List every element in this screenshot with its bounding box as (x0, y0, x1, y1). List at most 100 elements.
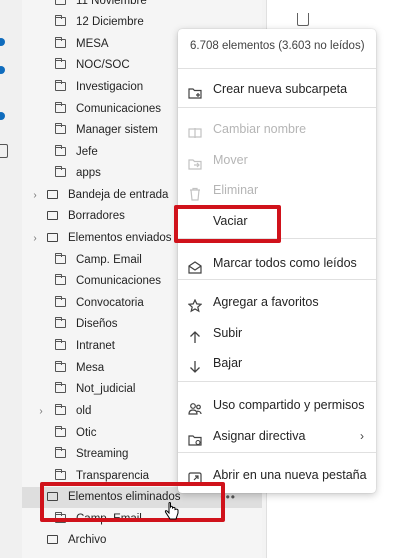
folder-label: MESA (76, 38, 109, 50)
folder-label: Comunicaciones (76, 103, 162, 115)
menu-item[interactable]: Marcar todos como leídos (178, 249, 376, 277)
trash-icon (297, 13, 309, 26)
move-icon (188, 153, 202, 170)
app-icon[interactable] (0, 38, 5, 46)
folder-icon (55, 274, 66, 285)
folder-label: Intranet (76, 340, 115, 352)
folder-label: Borradores (68, 210, 125, 222)
folder-icon (55, 37, 66, 48)
star-icon (187, 295, 203, 313)
menu-item-label: Crear nueva subcarpeta (213, 82, 348, 96)
folder-label: old (76, 405, 92, 417)
archive-icon (47, 535, 58, 544)
menu-item-label: Bajar (213, 356, 243, 370)
menu-item-count: 6.708 elementos (3.603 no leídos) (190, 40, 365, 52)
menu-separator (178, 452, 376, 453)
folder-label: 12 Diciembre (76, 16, 144, 28)
folder-icon (55, 15, 66, 26)
app-icon[interactable] (0, 112, 5, 120)
menu-item-label: Subir (213, 326, 243, 340)
folder-label: Diseños (76, 318, 118, 330)
folder-context-menu: 6.708 elementos (3.603 no leídos) Crear … (178, 29, 376, 493)
menu-separator (178, 381, 376, 382)
left-app-rail (0, 0, 22, 558)
folder-label: Elementos enviados (68, 232, 172, 244)
menu-item-label: Cambiar nombre (213, 122, 307, 136)
arrow-down-icon (188, 356, 202, 373)
open-new-tab-icon (188, 468, 202, 486)
folder-label: Streaming (76, 448, 129, 460)
delete-icon (188, 183, 202, 201)
highlight-deleted-items (40, 482, 225, 522)
menu-separator (178, 68, 376, 69)
folder-label: NOC/SOC (76, 59, 130, 71)
menu-separator (178, 279, 376, 280)
policy-icon (188, 429, 202, 446)
folder-icon (55, 80, 66, 91)
new-folder-icon (188, 82, 202, 99)
chevron-right-icon: › (360, 429, 364, 443)
folder-label: Jefe (76, 146, 98, 158)
folder-icon (55, 361, 66, 372)
folder-item[interactable]: 11 Noviembre (22, 0, 262, 12)
chevron-right-icon[interactable]: › (30, 185, 40, 206)
folder-icon (55, 426, 66, 437)
menu-item[interactable]: Uso compartido y permisos (178, 391, 376, 419)
folder-icon (55, 166, 66, 177)
inbox-icon (47, 190, 58, 199)
folder-label: Otic (76, 427, 97, 439)
arrow-up-icon (188, 326, 202, 343)
menu-item[interactable]: Subir (178, 319, 376, 347)
menu-item-label: Marcar todos como leídos (213, 256, 357, 270)
menu-item[interactable]: Bajar (178, 349, 376, 377)
calendar-icon[interactable] (0, 144, 8, 158)
highlight-empty-folder (174, 205, 281, 243)
drafts-icon (47, 211, 58, 220)
menu-item-label: Abrir en una nueva pestaña (213, 468, 367, 482)
folder-icon (55, 447, 66, 458)
menu-item-label: Uso compartido y permisos (213, 398, 365, 412)
folder-label: 11 Noviembre (76, 0, 147, 7)
menu-item[interactable]: Crear nueva subcarpeta (178, 75, 376, 103)
folder-label: Manager sistem (76, 124, 158, 136)
folder-icon (55, 404, 66, 415)
folder-icon (55, 317, 66, 328)
folder-icon (55, 102, 66, 113)
menu-item[interactable]: Asignar directiva › (178, 422, 376, 450)
sent-icon (47, 233, 58, 242)
folder-item[interactable]: Archivo (22, 530, 262, 551)
folder-icon (55, 0, 66, 5)
app-icon[interactable] (0, 66, 5, 74)
menu-item-label: Agregar a favoritos (213, 295, 319, 309)
folder-label: Comunicaciones (76, 275, 162, 287)
folder-label: Bandeja de entrada (68, 189, 169, 201)
mail-read-icon (188, 256, 202, 274)
menu-separator (178, 107, 376, 108)
folder-icon (55, 253, 66, 264)
menu-item: Eliminar (178, 176, 376, 204)
folder-label: Mesa (76, 362, 105, 374)
menu-item-label: Asignar directiva (213, 429, 306, 443)
folder-label: Archivo (68, 534, 107, 546)
menu-item-label: Eliminar (213, 183, 259, 197)
folder-label: Convocatoria (76, 297, 144, 309)
menu-item: Mover (178, 146, 376, 174)
folder-icon (55, 145, 66, 156)
folder-label: Camp. Email (76, 254, 142, 266)
menu-item: Cambiar nombre (178, 115, 376, 143)
folder-label: apps (76, 167, 101, 179)
folder-icon (55, 469, 66, 480)
people-icon (188, 398, 202, 415)
menu-item-label: Mover (213, 153, 248, 167)
folder-icon (55, 382, 66, 393)
folder-icon (55, 123, 66, 134)
folder-label: Not_judicial (76, 383, 136, 395)
menu-item[interactable]: Agregar a favoritos (178, 288, 376, 316)
folder-icon (55, 296, 66, 307)
folder-icon (55, 339, 66, 350)
rename-icon (188, 122, 202, 138)
chevron-right-icon[interactable]: › (36, 401, 46, 422)
folder-icon (55, 58, 66, 69)
chevron-right-icon[interactable]: › (30, 228, 40, 249)
folder-label: Investigacion (76, 81, 144, 93)
